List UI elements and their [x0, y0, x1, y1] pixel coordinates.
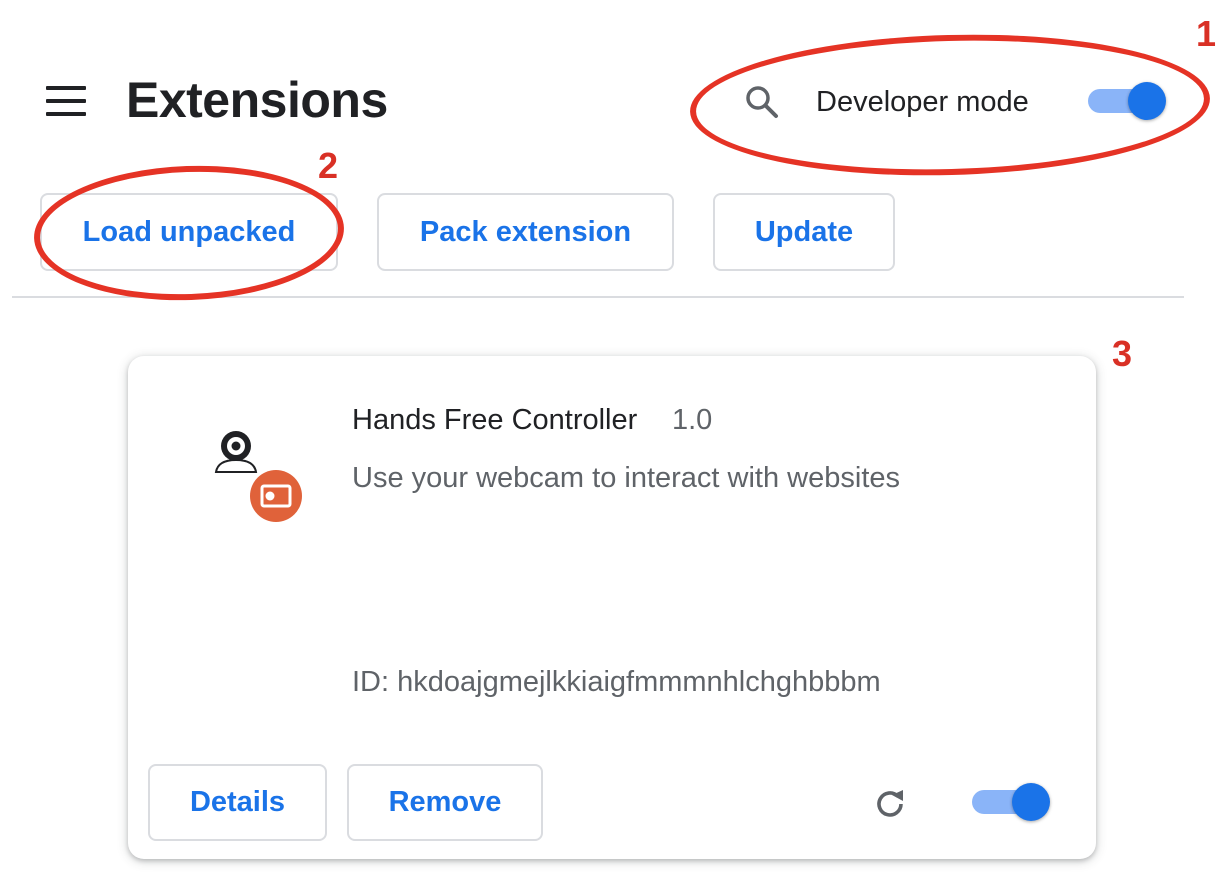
annotation-number-3: 3	[1112, 333, 1133, 374]
annotation-number-2: 2	[318, 145, 339, 186]
details-button[interactable]: Details	[148, 764, 327, 841]
toggle-knob	[1012, 783, 1050, 821]
pack-extension-button[interactable]: Pack extension	[377, 193, 674, 271]
remove-button[interactable]: Remove	[347, 764, 543, 841]
extension-description: Use your webcam to interact with website…	[352, 462, 900, 494]
extension-card: Hands Free Controller 1.0 Use your webca…	[128, 356, 1096, 859]
developer-mode-label: Developer mode	[816, 86, 1029, 118]
toggle-knob	[1128, 82, 1166, 120]
load-unpacked-button[interactable]: Load unpacked	[40, 193, 338, 271]
page-title: Extensions	[126, 72, 388, 128]
search-icon[interactable]	[742, 82, 782, 122]
extension-name: Hands Free Controller	[352, 404, 638, 436]
hamburger-menu-icon[interactable]	[46, 86, 86, 116]
developer-mode-toggle[interactable]	[1088, 82, 1168, 120]
annotation-number-1: 1	[1196, 13, 1217, 54]
reload-icon[interactable]	[870, 784, 910, 824]
extension-version: 1.0	[672, 404, 713, 436]
update-button[interactable]: Update	[713, 193, 895, 271]
toolbar-divider	[12, 296, 1184, 298]
extension-enable-toggle[interactable]	[972, 783, 1052, 821]
extension-id: ID: hkdoajgmejlkkiaigfmmmnhlchghbbbm	[352, 666, 881, 698]
webcam-extension-icon	[204, 426, 308, 530]
